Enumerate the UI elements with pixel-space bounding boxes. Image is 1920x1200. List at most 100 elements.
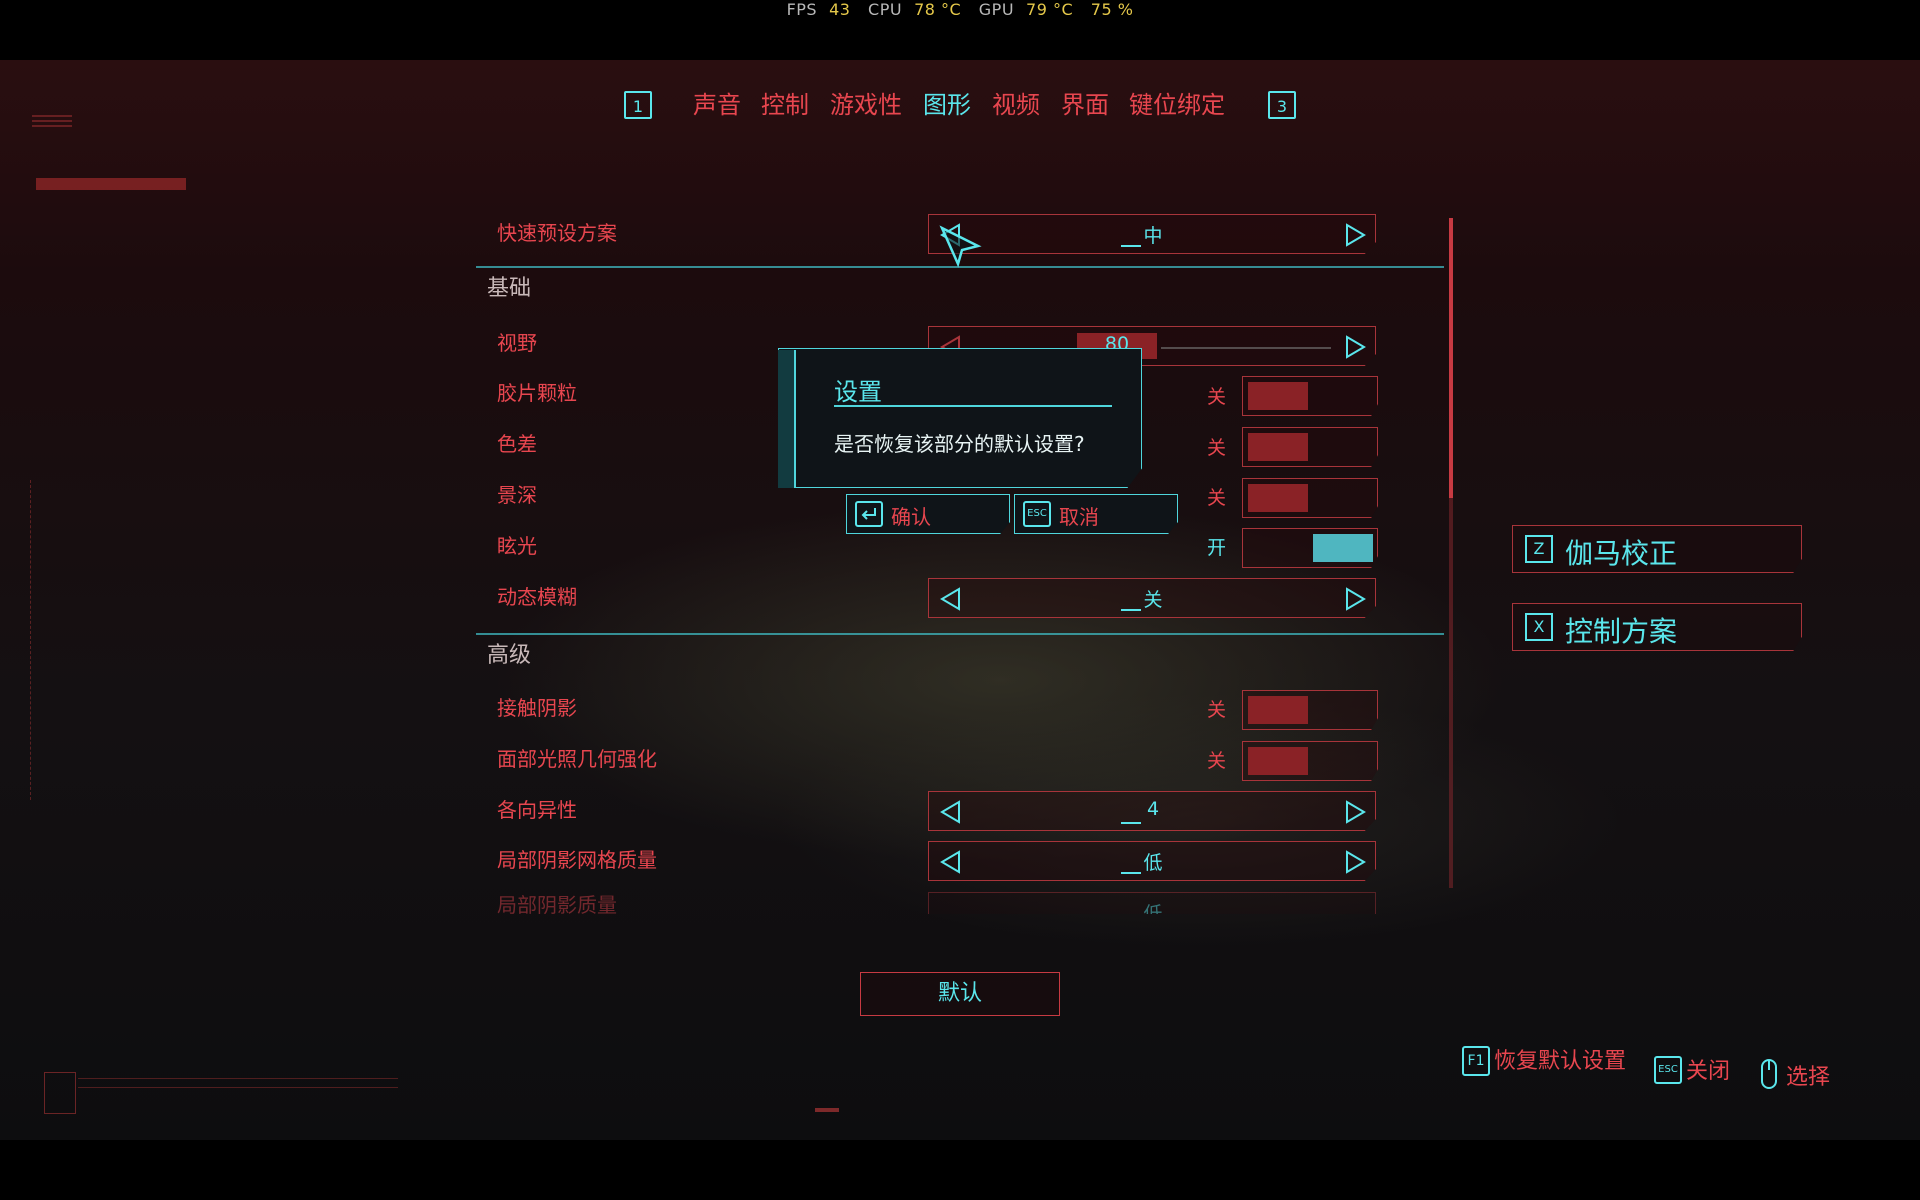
face-lighting-label: 面部光照几何强化	[497, 747, 657, 771]
film-grain-label: 胶片颗粒	[497, 381, 577, 405]
arrow-right-icon[interactable]	[1343, 584, 1369, 614]
control-scheme-label: 控制方案	[1565, 615, 1678, 648]
prev-tab-key[interactable]: 1	[624, 91, 652, 119]
cancel-button[interactable]: ESC 取消	[1014, 494, 1178, 534]
contact-shadows-toggle[interactable]	[1242, 690, 1378, 730]
tab-audio[interactable]: 声音	[693, 85, 741, 125]
control-scheme-key: X	[1525, 613, 1553, 641]
fov-label: 视野	[497, 331, 537, 355]
next-tab-key[interactable]: 3	[1268, 91, 1296, 119]
dialog-message: 是否恢复该部分的默认设置?	[834, 432, 1085, 456]
faded-row-container: 局部阴影质量 低	[476, 888, 1456, 914]
preset-label: 快速预设方案	[497, 221, 617, 245]
lens-flare-state: 开	[1207, 537, 1227, 559]
local-shadow-mesh-value: 低	[1143, 852, 1163, 874]
gpu-label: GPU	[978, 0, 1015, 19]
chromatic-aberration-label: 色差	[497, 432, 537, 456]
gpu-load: 75 %	[1090, 0, 1134, 19]
contact-shadows-state: 关	[1207, 699, 1227, 721]
section-basic-title: 基础	[487, 276, 532, 301]
esc-key-icon: ESC	[1023, 501, 1051, 527]
value-underline	[1121, 822, 1141, 824]
film-grain-state: 关	[1207, 386, 1227, 408]
section-divider	[476, 633, 1444, 635]
tab-video[interactable]: 视频	[992, 85, 1040, 125]
gamma-correction-button[interactable]: Z 伽马校正	[1512, 525, 1802, 573]
close-hint[interactable]: 关闭	[1686, 1056, 1730, 1088]
hud-side-decoration	[30, 480, 37, 800]
motion-blur-label: 动态模糊	[497, 585, 577, 609]
arrow-right-icon[interactable]	[1343, 797, 1369, 827]
dialog-title: 设置	[834, 378, 882, 406]
cpu-label: CPU	[868, 0, 903, 19]
lens-flare-toggle[interactable]	[1242, 528, 1378, 568]
tab-controls[interactable]: 控制	[761, 85, 809, 125]
toggle-knob	[1248, 433, 1308, 461]
cancel-label: 取消	[1059, 505, 1099, 529]
arrow-right-icon[interactable]	[1343, 332, 1369, 362]
scrollbar-thumb[interactable]	[1449, 218, 1453, 498]
cpu-temp: 78 °C	[914, 0, 962, 19]
tab-graphics[interactable]: 图形	[923, 85, 971, 125]
toggle-knob	[1248, 747, 1308, 775]
fps-label: FPS	[786, 0, 818, 19]
version-badge	[44, 1072, 76, 1114]
settings-tabs: 1 声音 控制 游戏性 图形 视频 界面 键位绑定 3	[0, 85, 1920, 130]
perf-readout: FPS 43 CPU 78 °C GPU 79 °C 75 %	[0, 0, 1920, 22]
film-grain-toggle[interactable]	[1242, 376, 1378, 416]
bottom-letterbox	[0, 1140, 1920, 1200]
depth-of-field-label: 景深	[497, 483, 537, 507]
dialog-side-tab	[778, 350, 796, 488]
anisotropy-label: 各向异性	[497, 798, 577, 822]
motion-blur-value: 关	[1143, 589, 1163, 611]
local-shadow-mesh-label: 局部阴影网格质量	[497, 848, 657, 872]
depth-of-field-state: 关	[1207, 487, 1227, 509]
gpu-temp: 79 °C	[1026, 0, 1074, 19]
depth-of-field-toggle[interactable]	[1242, 478, 1378, 518]
section-advanced-title: 高级	[487, 643, 532, 668]
arrow-right-icon[interactable]	[1343, 220, 1369, 250]
preset-selector[interactable]: 中	[928, 214, 1376, 254]
fov-track	[1161, 347, 1331, 349]
default-button[interactable]: 默认	[860, 972, 1060, 1016]
toggle-knob	[1248, 696, 1308, 724]
motion-blur-selector[interactable]: 关	[928, 578, 1376, 618]
preset-value: 中	[1143, 225, 1163, 247]
hud-bar-decoration	[36, 178, 186, 190]
control-scheme-button[interactable]: X 控制方案	[1512, 603, 1802, 651]
hud-text-decoration	[78, 1078, 398, 1088]
face-lighting-toggle[interactable]	[1242, 741, 1378, 781]
contact-shadows-label: 接触阴影	[497, 696, 577, 720]
value-underline	[1121, 872, 1141, 874]
hud-arrow-decoration	[815, 1108, 839, 1112]
value-underline	[1121, 609, 1141, 611]
value-underline	[1121, 245, 1141, 247]
confirm-dialog	[778, 348, 1142, 488]
confirm-label: 确认	[891, 505, 931, 529]
chromatic-aberration-toggle[interactable]	[1242, 427, 1378, 467]
f1-key-icon[interactable]: F1	[1462, 1046, 1490, 1076]
tab-interface[interactable]: 界面	[1061, 85, 1109, 125]
anisotropy-selector[interactable]: 4	[928, 791, 1376, 831]
arrow-right-icon[interactable]	[1343, 847, 1369, 877]
tab-key-bindings[interactable]: 键位绑定	[1129, 85, 1225, 125]
lens-flare-label: 眩光	[497, 534, 537, 558]
restore-defaults-hint[interactable]: 恢复默认设置	[1494, 1046, 1626, 1078]
local-shadow-quality-selector[interactable]: 低	[928, 892, 1376, 914]
local-shadow-mesh-selector[interactable]: 低	[928, 841, 1376, 881]
face-lighting-state: 关	[1207, 750, 1227, 772]
cursor-icon	[939, 225, 982, 268]
select-hint[interactable]: 选择	[1786, 1062, 1830, 1094]
toggle-knob	[1248, 484, 1308, 512]
tab-gameplay[interactable]: 游戏性	[830, 85, 902, 125]
gamma-key: Z	[1525, 535, 1553, 563]
performance-overlay: FPS 43 CPU 78 °C GPU 79 °C 75 %	[0, 0, 1920, 60]
enter-key-icon	[855, 501, 883, 527]
local-shadow-quality-value: 低	[1143, 903, 1163, 914]
fps-value: 43	[829, 0, 851, 19]
esc-key-icon[interactable]: ESC	[1654, 1056, 1682, 1084]
toggle-knob	[1248, 382, 1308, 410]
local-shadow-quality-label[interactable]: 局部阴影质量	[497, 890, 617, 914]
gamma-label: 伽马校正	[1565, 537, 1678, 570]
confirm-button[interactable]: 确认	[846, 494, 1010, 534]
